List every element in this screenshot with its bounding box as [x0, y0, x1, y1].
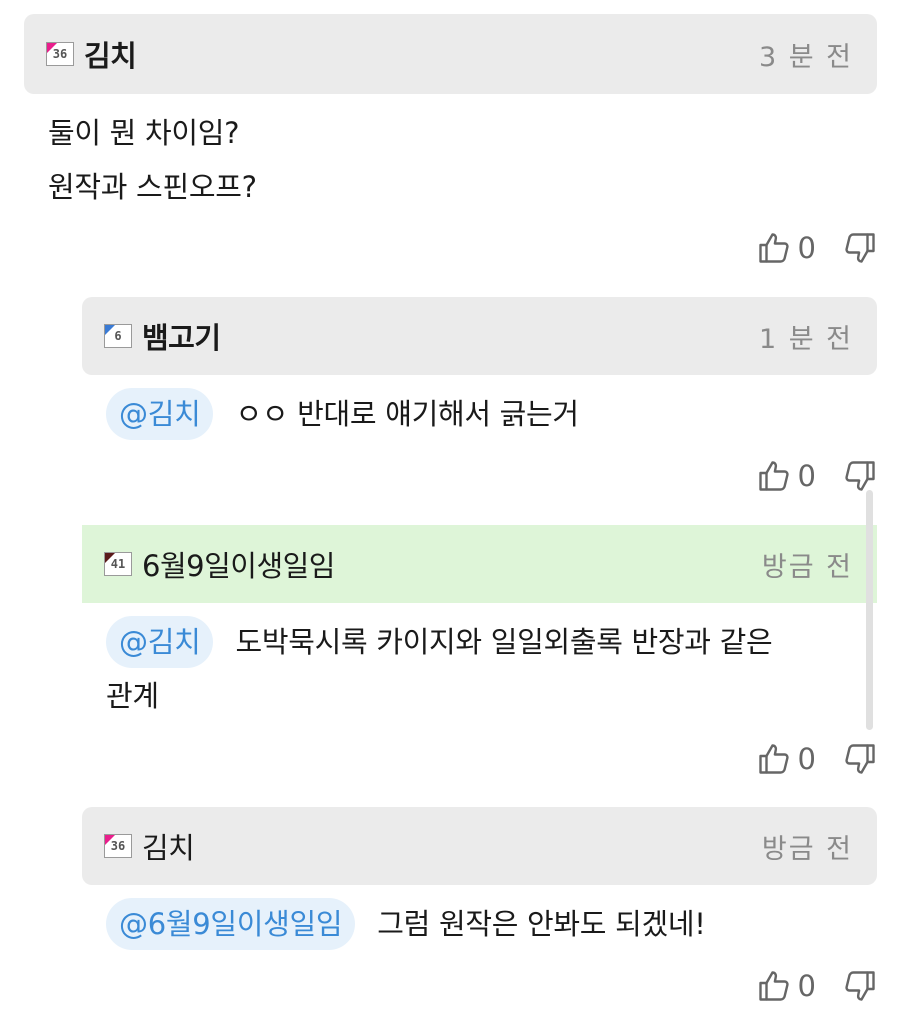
author-info[interactable]: 36 김치 [46, 33, 137, 75]
level-badge: 41 [104, 552, 132, 576]
level-badge: 36 [46, 42, 74, 66]
comment-text: 도박묵시록 카이지와 일일외출록 반장과 같은 [235, 625, 773, 659]
dislike-button[interactable] [842, 458, 878, 494]
comment-header: 36 김치 3 분 전 [24, 14, 877, 94]
like-count: 0 [797, 742, 816, 776]
level-badge: 6 [104, 324, 132, 348]
reply-comment: 6 뱀고기 1 분 전 @김치 ㅇㅇ 반대로 얘기해서 긁는거 [82, 297, 877, 441]
author-name[interactable]: 김치 [84, 33, 137, 75]
comment-text-line: 둘이 뭔 차이임? [48, 116, 240, 150]
scrollbar[interactable] [866, 490, 873, 730]
reply-comment: 36 김치 방금 전 @6월9일이생일임 그럼 원작은 안봐도 되겠네! [82, 807, 877, 951]
thumbs-down-icon [845, 971, 875, 1001]
thumbs-down-icon [845, 744, 875, 774]
thumbs-down-icon [845, 233, 875, 263]
like-button[interactable]: 0 [756, 458, 816, 494]
comment: 36 김치 3 분 전 둘이 뭔 차이임? 원작과 스핀오프? [24, 14, 877, 214]
comment-text: ㅇㅇ 반대로 얘기해서 긁는거 [235, 397, 579, 431]
timestamp: 3 분 전 [758, 41, 853, 73]
timestamp: 방금 전 [761, 551, 853, 583]
thumbs-up-icon [758, 744, 789, 774]
dislike-button[interactable] [842, 968, 878, 1004]
comment-text-line: 원작과 스핀오프? [48, 170, 257, 204]
like-count: 0 [797, 231, 816, 265]
thumbs-down-icon [845, 461, 875, 491]
thumbs-up-icon [758, 233, 789, 263]
like-count: 0 [797, 969, 816, 1003]
thumbs-up-icon [758, 971, 789, 1001]
comment-text-continued: 관계 [106, 679, 159, 713]
comment-header: 6 뱀고기 1 분 전 [82, 297, 877, 375]
like-button[interactable]: 0 [756, 230, 816, 266]
level-badge: 36 [104, 834, 132, 858]
mention-tag[interactable]: @6월9일이생일임 [106, 898, 356, 950]
vote-bar: 0 [756, 458, 878, 494]
comment-text: 그럼 원작은 안봐도 되겠네! [377, 907, 706, 941]
comment-body: 둘이 뭔 차이임? 원작과 스핀오프? [24, 94, 877, 214]
comment-header: 36 김치 방금 전 [82, 807, 877, 885]
author-info[interactable]: 41 6월9일이생일임 [104, 543, 335, 585]
mention-tag[interactable]: @김치 [106, 388, 214, 440]
timestamp: 방금 전 [761, 833, 853, 865]
timestamp: 1 분 전 [758, 323, 853, 355]
reply-comment: 41 6월9일이생일임 방금 전 @김치 도박묵시록 카이지와 일일외출록 반장과… [82, 525, 877, 723]
comment-body: @김치 ㅇㅇ 반대로 얘기해서 긁는거 [82, 375, 877, 441]
dislike-button[interactable] [842, 230, 878, 266]
comment-body: @김치 도박묵시록 카이지와 일일외출록 반장과 같은 관계 [82, 603, 877, 723]
mention-tag[interactable]: @김치 [106, 616, 214, 668]
like-count: 0 [797, 459, 816, 493]
author-name[interactable]: 6월9일이생일임 [142, 543, 335, 585]
dislike-button[interactable] [842, 741, 878, 777]
author-name[interactable]: 뱀고기 [142, 315, 221, 357]
like-button[interactable]: 0 [756, 968, 816, 1004]
comment-body: @6월9일이생일임 그럼 원작은 안봐도 되겠네! [82, 885, 877, 951]
vote-bar: 0 [756, 741, 878, 777]
thumbs-up-icon [758, 461, 789, 491]
author-info[interactable]: 6 뱀고기 [104, 315, 221, 357]
vote-bar: 0 [756, 968, 878, 1004]
vote-bar: 0 [756, 230, 878, 266]
like-button[interactable]: 0 [756, 741, 816, 777]
author-info[interactable]: 36 김치 [104, 825, 195, 867]
comment-header: 41 6월9일이생일임 방금 전 [82, 525, 877, 603]
author-name[interactable]: 김치 [142, 825, 195, 867]
